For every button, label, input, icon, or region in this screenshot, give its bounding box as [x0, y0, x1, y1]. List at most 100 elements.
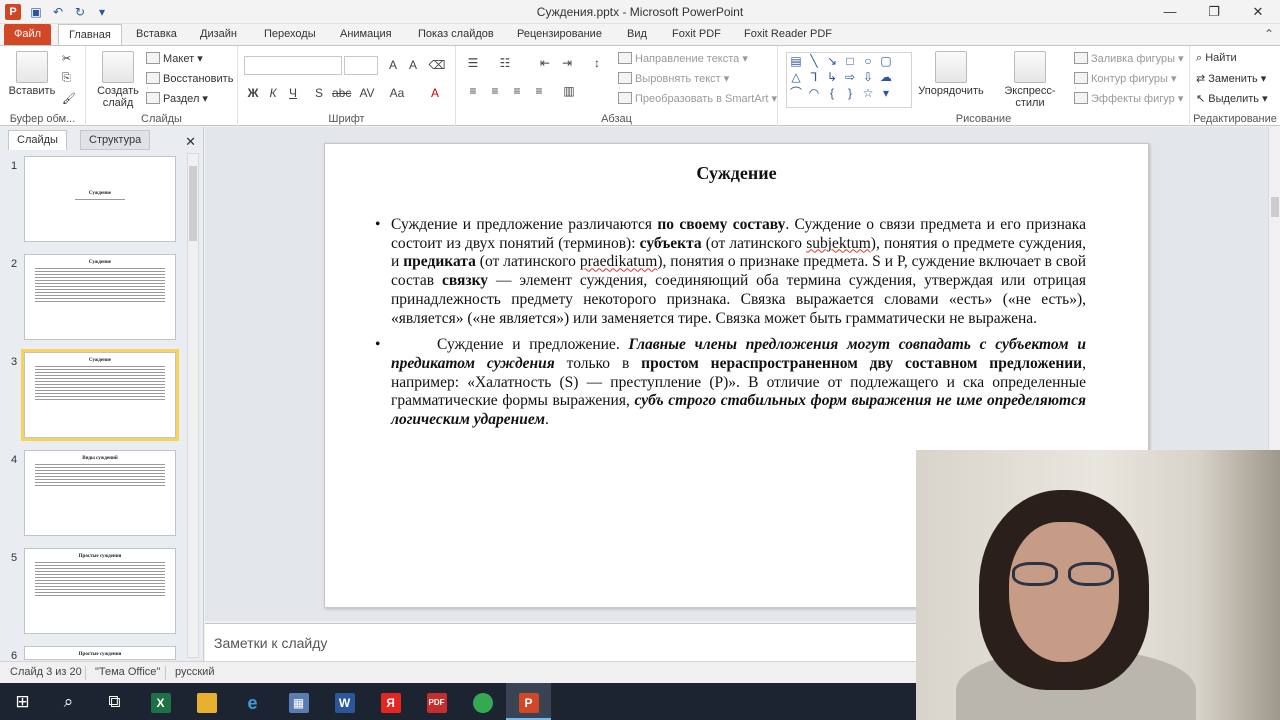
chrome-icon[interactable] — [460, 683, 505, 720]
bold-button[interactable]: Ж — [244, 86, 262, 100]
bullets-icon[interactable]: ☰ — [464, 56, 482, 70]
slide-thumbnail-5[interactable]: Простые суждения — [24, 548, 176, 634]
curve-shape-icon[interactable]: ⌒ — [787, 85, 805, 101]
elbow-shape-icon[interactable]: ⅂ — [805, 69, 823, 85]
justify-icon[interactable]: ≡ — [530, 84, 548, 98]
quick-styles-button[interactable]: Экспресс-стили — [990, 51, 1070, 109]
oval-shape-icon[interactable]: ○ — [859, 53, 877, 69]
tab-foxit-reader-pdf[interactable]: Foxit Reader PDF — [734, 24, 842, 45]
section-button[interactable]: Раздел ▾ — [146, 92, 208, 105]
tab-slides[interactable]: Слайды — [8, 130, 67, 150]
pdf-reader-icon[interactable]: PDF — [414, 683, 459, 720]
strikethrough-button[interactable]: abc — [332, 86, 351, 100]
word-icon[interactable]: W — [322, 683, 367, 720]
calculator-icon[interactable]: ▦ — [276, 683, 321, 720]
edge-icon[interactable]: e — [230, 683, 275, 720]
change-case-button[interactable]: Aa — [388, 86, 406, 100]
tab-slideshow[interactable]: Показ слайдов — [408, 24, 504, 45]
yandex-browser-icon[interactable]: Я — [368, 683, 413, 720]
align-center-icon[interactable]: ≡ — [486, 84, 504, 98]
slide-thumbnail-6[interactable]: Простые суждения — [24, 646, 176, 660]
underline-button[interactable]: Ч — [284, 86, 302, 100]
tab-view[interactable]: Вид — [617, 24, 657, 45]
triangle-shape-icon[interactable]: △ — [787, 69, 805, 85]
language-indicator[interactable]: русский — [175, 666, 214, 678]
rect-shape-icon[interactable]: □ — [841, 53, 859, 69]
more-shapes-icon[interactable]: ▾ — [877, 85, 895, 101]
align-right-icon[interactable]: ≡ — [508, 84, 526, 98]
slide-thumbnail-2[interactable]: Суждение — [24, 254, 176, 340]
tab-file[interactable]: Файл — [4, 24, 52, 45]
tab-transitions[interactable]: Переходы — [254, 24, 326, 45]
collapse-ribbon-icon[interactable]: ⌃ — [1264, 27, 1274, 41]
search-icon[interactable]: ⌕ — [46, 683, 91, 720]
numbering-icon[interactable]: ☷ — [496, 56, 514, 70]
shadow-button[interactable]: S — [310, 86, 328, 100]
restore-icon[interactable]: ❐ — [1192, 0, 1236, 24]
scrollbar-thumb[interactable] — [189, 166, 197, 241]
arrow-shape-icon[interactable]: ↘ — [823, 53, 841, 69]
slide-thumbnail-3[interactable]: Суждение — [21, 349, 179, 441]
shape-fill-button[interactable]: Заливка фигуры ▾ — [1074, 52, 1184, 65]
rounded-rect-shape-icon[interactable]: ▢ — [877, 53, 895, 69]
close-icon[interactable]: ✕ — [1236, 0, 1280, 24]
shrink-font-button[interactable]: A — [404, 58, 422, 72]
tab-animation[interactable]: Анимация — [330, 24, 402, 45]
slide-title[interactable]: Суждение — [325, 163, 1148, 184]
shape-outline-button[interactable]: Контур фигуры ▾ — [1074, 72, 1177, 85]
windows-start-icon[interactable]: ⊞ — [0, 683, 45, 720]
powerpoint-taskbar-icon[interactable]: P — [506, 683, 551, 720]
task-view-icon[interactable]: ⧉ — [92, 683, 137, 720]
arrange-button[interactable]: Упорядочить — [916, 51, 986, 97]
font-size-input[interactable] — [344, 56, 378, 75]
char-spacing-icon[interactable]: AV — [358, 86, 376, 100]
cloud-shape-icon[interactable]: ☁ — [877, 69, 895, 85]
decrease-indent-icon[interactable]: ⇤ — [536, 56, 554, 70]
brace-right-shape-icon[interactable]: } — [841, 85, 859, 101]
copy-icon[interactable]: ⎘ — [62, 72, 71, 85]
text-direction-button[interactable]: Направление текста ▾ — [618, 52, 748, 65]
close-pane-icon[interactable]: ✕ — [185, 134, 196, 150]
clear-format-icon[interactable]: ⌫ — [428, 58, 446, 72]
columns-icon[interactable]: ▥ — [560, 84, 578, 98]
slide-body[interactable]: Суждение и предложение различаются по св… — [375, 216, 1086, 438]
line-shape-icon[interactable]: ╲ — [805, 53, 823, 69]
tab-foxit-pdf[interactable]: Foxit PDF — [662, 24, 731, 45]
excel-icon[interactable]: X — [138, 683, 183, 720]
align-text-button[interactable]: Выровнять текст ▾ — [618, 72, 729, 85]
font-color-icon[interactable]: A — [426, 86, 444, 100]
layout-button[interactable]: Макет ▾ — [146, 52, 203, 65]
increase-indent-icon[interactable]: ⇥ — [558, 56, 576, 70]
scrollbar-thumb[interactable] — [1271, 197, 1279, 217]
tab-review[interactable]: Рецензирование — [507, 24, 612, 45]
shape-effects-button[interactable]: Эффекты фигур ▾ — [1074, 92, 1183, 105]
paste-button[interactable]: Вставить — [6, 51, 58, 97]
new-slide-button[interactable]: Создать слайд — [94, 51, 142, 109]
format-painter-icon[interactable]: 🖌 — [62, 92, 76, 105]
grow-font-button[interactable]: A — [384, 58, 402, 72]
cut-icon[interactable]: ✂ — [62, 52, 71, 65]
textbox-shape-icon[interactable]: ▤ — [787, 53, 805, 69]
right-arrow-shape-icon[interactable]: ⇨ — [841, 69, 859, 85]
slide-thumbnail-1[interactable]: Суждение — [24, 156, 176, 242]
star-shape-icon[interactable]: ☆ — [859, 85, 877, 101]
shapes-gallery[interactable]: ▤ ╲ ↘ □ ○ ▢ △ ⅂ ↳ ⇨ ⇩ ☁ ⌒ ◠{} ☆ ▾ — [786, 52, 912, 108]
select-button[interactable]: ↖ Выделить ▾ — [1196, 92, 1268, 105]
slide-thumbnail-4[interactable]: Виды суждений — [24, 450, 176, 536]
tab-design[interactable]: Дизайн — [190, 24, 247, 45]
down-arrow-shape-icon[interactable]: ⇩ — [859, 69, 877, 85]
reset-button[interactable]: Восстановить — [146, 72, 233, 85]
minimize-icon[interactable]: — — [1148, 0, 1192, 24]
smartart-button[interactable]: Преобразовать в SmartArt ▾ — [618, 92, 777, 105]
slides-pane-scrollbar[interactable] — [187, 153, 199, 658]
replace-button[interactable]: ⇄ Заменить ▾ — [1196, 72, 1266, 85]
file-explorer-icon[interactable] — [184, 683, 229, 720]
italic-button[interactable]: К — [264, 86, 282, 100]
find-button[interactable]: ⌕ Найти — [1196, 52, 1237, 65]
tab-insert[interactable]: Вставка — [126, 24, 187, 45]
connector-shape-icon[interactable]: ↳ — [823, 69, 841, 85]
font-name-input[interactable] — [244, 56, 342, 75]
tab-outline[interactable]: Структура — [80, 130, 151, 150]
line-spacing-icon[interactable]: ↕ — [588, 56, 606, 70]
tab-home[interactable]: Главная — [58, 24, 122, 45]
